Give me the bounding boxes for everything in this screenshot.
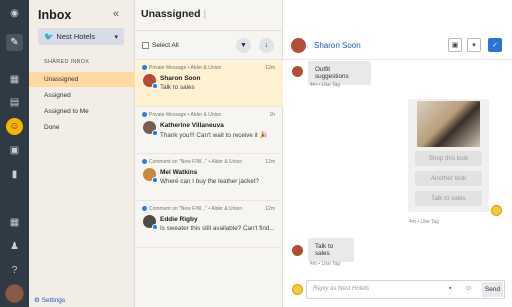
conversation-name: Mel Watkins xyxy=(160,169,198,176)
avatar xyxy=(143,168,158,183)
settings-label: Settings xyxy=(41,297,66,304)
mark-done-button[interactable]: ✓ xyxy=(488,38,502,52)
conversation-name: Sharon Soon xyxy=(160,75,201,82)
conversation-preview: Thank you!!! Can't wait to receive it 🎉 xyxy=(160,132,268,139)
message-meta[interactable]: 4m • Like Tag xyxy=(310,82,340,88)
inbox-nav: Inbox « 🐦 Nest Hotels ▾ SHARED INBOX Una… xyxy=(29,0,135,307)
messenger-icon xyxy=(142,65,147,70)
avatar xyxy=(143,215,158,230)
facebook-badge-icon xyxy=(152,130,158,136)
conversation-meta: Private Message • Alder & Union xyxy=(142,112,221,118)
avatar xyxy=(143,121,158,136)
check-icon: ✓ xyxy=(492,42,498,49)
nav-item-assigned-to-me[interactable]: Assigned to Me xyxy=(29,104,135,119)
conversation-item[interactable]: Private Message • Alder & Union 12m Shar… xyxy=(135,61,283,107)
comment-icon xyxy=(142,159,147,164)
filter-icon: ▼ xyxy=(240,42,247,49)
nav-item-assigned[interactable]: Assigned xyxy=(29,88,135,103)
clipboard-icon[interactable]: ▣ xyxy=(6,142,23,159)
conversation-time: 12m xyxy=(265,159,275,165)
quick-reply-option: Shop this look xyxy=(415,151,482,166)
help-icon[interactable]: ? xyxy=(6,262,23,279)
chat-header: Sharon Soon ▣ ▾ ✓ xyxy=(283,30,512,60)
inbox-title: Inbox xyxy=(38,8,72,22)
brand-avatar-icon xyxy=(491,205,502,216)
conversation-name: Eddie Rigby xyxy=(160,216,198,223)
more-options-button[interactable]: ▾ xyxy=(467,38,481,52)
facebook-badge-icon xyxy=(152,224,158,230)
notifications-icon[interactable]: ♟ xyxy=(6,238,23,255)
owl-logo-icon[interactable]: ◉ xyxy=(6,5,23,22)
conversation-meta: Comment on "New F/W..." • Alder & Union xyxy=(142,159,242,165)
facebook-badge-icon xyxy=(152,177,158,183)
incoming-message: Talk to sales xyxy=(308,238,354,262)
settings-link[interactable]: ⚙ Settings xyxy=(34,296,65,304)
reply-box[interactable]: Reply as Nest Hotels ▪ ☺ Send xyxy=(306,280,505,299)
select-all-checkbox[interactable] xyxy=(142,42,149,49)
reply-input[interactable]: Reply as Nest Hotels xyxy=(313,286,369,292)
conversation-preview: Where can I buy the leather jacket? xyxy=(160,178,260,185)
contact-avatar-small xyxy=(292,245,303,256)
group-selector[interactable]: 🐦 Nest Hotels ▾ xyxy=(38,28,124,45)
nav-item-unassigned[interactable]: Unassigned xyxy=(29,72,135,87)
conversation-item[interactable]: Private Message • Alder & Union 1h Kathe… xyxy=(135,108,283,154)
conversation-preview: Is sweater this still available? Can't f… xyxy=(160,225,275,232)
conversation-time: 12m xyxy=(265,65,275,71)
list-header: Unassigned | xyxy=(135,0,283,30)
filter-button[interactable]: ▼ xyxy=(236,38,251,53)
compose-icon[interactable]: ✎ xyxy=(6,34,23,51)
conversation-name: Katherine Villaneuva xyxy=(160,122,224,129)
conversation-item[interactable]: Comment on "New F/W..." • Alder & Union … xyxy=(135,202,283,248)
list-toolbar: Select All ▼ ↓ xyxy=(135,30,283,60)
conversation-meta: Private Message • Alder & Union xyxy=(142,65,221,71)
product-image xyxy=(417,101,480,147)
conversation-time: 1h xyxy=(269,112,275,118)
chat-panel: Sharon Soon ▣ ▾ ✓ Outfit suggestions 4m … xyxy=(283,0,512,307)
avatar xyxy=(143,74,158,89)
facebook-badge-icon xyxy=(152,83,158,89)
saved-reply-icon[interactable]: ▪ xyxy=(449,285,451,292)
comment-icon xyxy=(142,206,147,211)
messenger-icon xyxy=(142,112,147,117)
conversation-preview: Talk to sales xyxy=(160,84,195,91)
section-label: SHARED INBOX xyxy=(44,59,90,65)
user-avatar[interactable] xyxy=(5,284,24,303)
archive-icon: ▣ xyxy=(451,42,459,49)
analytics-icon[interactable]: ▮ xyxy=(6,166,23,183)
quick-reply-option: Another look xyxy=(415,171,482,186)
contact-avatar-small xyxy=(292,66,303,77)
apps-icon[interactable]: ▦ xyxy=(6,214,23,231)
message-meta[interactable]: 4m • Like Tag xyxy=(409,219,439,225)
conversation-list: Unassigned | Select All ▼ ↓ Private Mess… xyxy=(135,0,283,307)
list-title: Unassigned | xyxy=(141,8,207,20)
message-meta[interactable]: 4m • Like Tag xyxy=(310,261,340,267)
chevron-down-icon: ▾ xyxy=(114,33,118,41)
brand-avatar-icon xyxy=(292,284,303,295)
conversation-meta: Comment on "New F/W..." • Alder & Union xyxy=(142,206,242,212)
select-all-label: Select All xyxy=(152,42,179,49)
quick-reply-option: Talk to sales xyxy=(415,191,482,206)
contact-avatar xyxy=(291,38,306,53)
conversation-item[interactable]: Comment on "New F/W..." • Alder & Union … xyxy=(135,155,283,201)
nav-item-done[interactable]: Done xyxy=(29,120,135,135)
outgoing-carousel-card: Shop this look Another look Talk to sale… xyxy=(408,99,489,212)
inbox-icon[interactable]: ☺ xyxy=(6,118,23,135)
group-emoji-icon: 🐦 xyxy=(44,32,54,41)
sort-button[interactable]: ↓ xyxy=(259,38,274,53)
chevron-down-icon: ▾ xyxy=(472,42,476,49)
arrow-down-icon: ↓ xyxy=(264,42,269,49)
archive-button[interactable]: ▣ xyxy=(448,38,462,52)
group-selector-label: Nest Hotels xyxy=(56,32,96,41)
contact-name[interactable]: Sharon Soon xyxy=(314,41,361,50)
calendar-icon[interactable]: ▤ xyxy=(6,94,23,111)
conversation-time: 12m xyxy=(265,206,275,212)
send-button[interactable]: Send xyxy=(482,282,503,297)
emoji-icon[interactable]: ☺ xyxy=(465,285,472,292)
double-chevron-left-icon[interactable]: « xyxy=(113,8,119,20)
dashboard-icon[interactable]: ▦ xyxy=(6,71,23,88)
app-rail: ◉ ✎ ▦ ▤ ☺ ▣ ▮ ▦ ♟ ? xyxy=(0,0,29,307)
